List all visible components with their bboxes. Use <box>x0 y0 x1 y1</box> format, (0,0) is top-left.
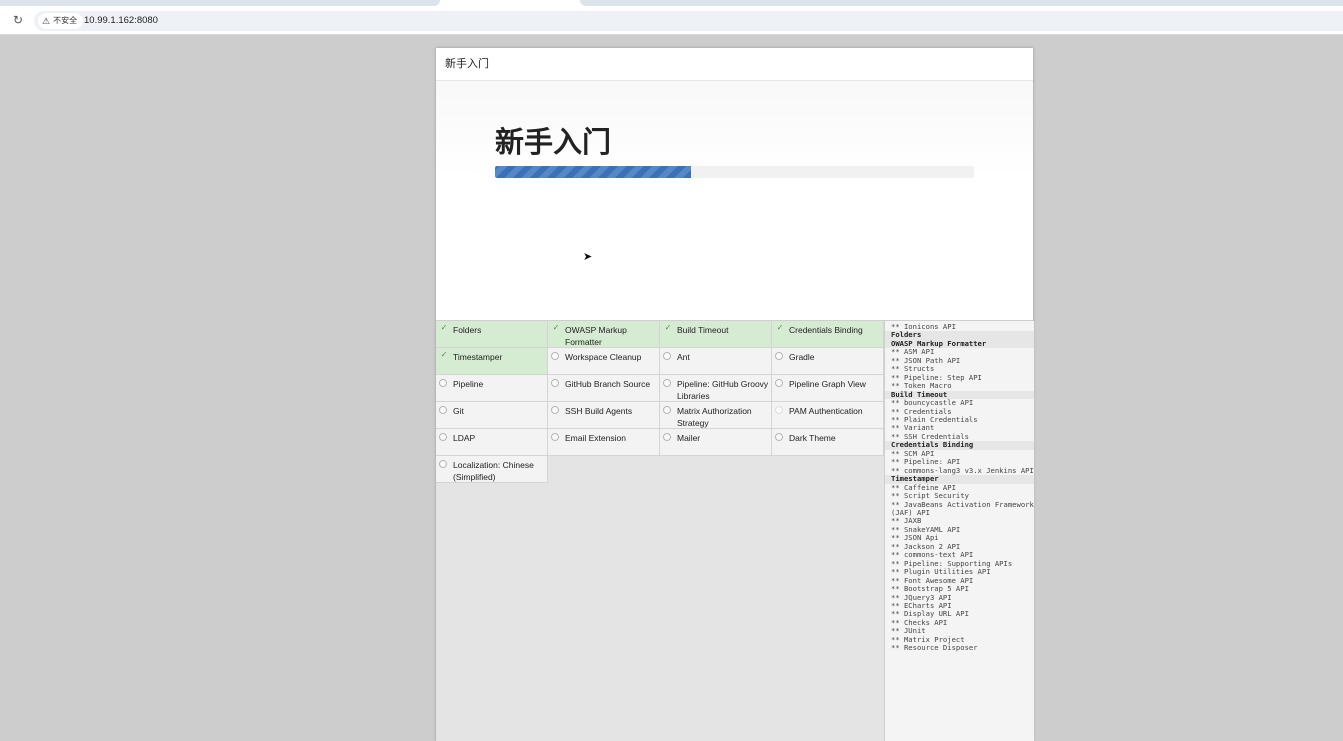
warning-icon: ⚠ <box>42 16 51 26</box>
plugin-item: GitHub Branch Source <box>548 375 660 402</box>
plugin-name: Email Extension <box>565 433 626 443</box>
plugin-name: Dark Theme <box>789 433 836 443</box>
plugin-name: Credentials Binding <box>789 325 863 335</box>
browser-tab[interactable] <box>0 0 440 6</box>
plugin-name: Build Timeout <box>677 325 729 335</box>
plugin-item: ✓ Build Timeout <box>660 321 772 348</box>
browser-tab[interactable] <box>580 0 1343 6</box>
address-bar[interactable]: ⚠ 不安全 10.99.1.162:8080 <box>34 11 1343 31</box>
dialog-title: 新手入门 <box>445 58 489 70</box>
plugin-item: ✓ Folders <box>436 321 548 348</box>
plugin-item: Ant <box>660 348 772 375</box>
pending-circle-icon <box>439 433 447 441</box>
plugin-name: Git <box>453 406 464 416</box>
plugin-item: Workspace Cleanup <box>548 348 660 375</box>
plugin-name: Pipeline <box>453 379 484 389</box>
check-icon: ✓ <box>440 323 448 332</box>
plugin-item: Email Extension <box>548 429 660 456</box>
plugin-item: SSH Build Agents <box>548 402 660 429</box>
pending-circle-icon <box>663 352 671 360</box>
plugin-item: Localization: Chinese (Simplified) <box>436 456 548 483</box>
install-log: ** Ionicons API Folders OWASP Markup Forma… <box>885 321 1034 653</box>
check-icon: ✓ <box>664 323 672 332</box>
plugin-item: Pipeline Graph View <box>772 375 884 402</box>
plugin-item: ✓ Timestamper <box>436 348 548 375</box>
plugin-name: Mailer <box>677 433 701 443</box>
reload-icon[interactable]: ↻ <box>13 13 25 27</box>
install-progress-bar <box>495 166 974 178</box>
plugin-name: Gradle <box>789 352 815 362</box>
tab-strip <box>0 0 1343 8</box>
pending-circle-icon <box>775 406 783 414</box>
check-icon: ✓ <box>776 323 784 332</box>
pending-circle-icon <box>775 352 783 360</box>
browser-toolbar: ↻ ⚠ 不安全 10.99.1.162:8080 <box>0 8 1343 35</box>
plugin-name: Workspace Cleanup <box>565 352 642 362</box>
plugin-name: Pipeline Graph View <box>789 379 866 389</box>
plugin-name: PAM Authentication <box>789 406 863 416</box>
plugin-item: Matrix Authorization Strategy <box>660 402 772 429</box>
plugin-item: Mailer <box>660 429 772 456</box>
pending-circle-icon <box>663 379 671 387</box>
pending-circle-icon <box>439 379 447 387</box>
pending-circle-icon <box>551 379 559 387</box>
mouse-cursor-icon: ➤ <box>583 251 593 263</box>
security-chip[interactable]: ⚠ 不安全 <box>38 13 84 29</box>
pending-circle-icon <box>551 433 559 441</box>
plugin-name: SSH Build Agents <box>565 406 633 416</box>
plugin-name: Matrix Authorization Strategy <box>677 406 752 428</box>
pending-circle-icon <box>439 460 447 468</box>
plugin-name: OWASP Markup Formatter <box>565 325 627 347</box>
plugin-item: Gradle <box>772 348 884 375</box>
plugin-item: ✓ Credentials Binding <box>772 321 884 348</box>
dialog-header: 新手入门 <box>436 48 1033 81</box>
plugin-item: PAM Authentication <box>772 402 884 429</box>
page-title: 新手入门 <box>495 125 612 159</box>
plugin-item: LDAP <box>436 429 548 456</box>
log-dependency-line: ** JavaBeans Activation Framework (JAF) … <box>891 499 1039 517</box>
plugin-name: Ant <box>677 352 690 362</box>
pending-circle-icon <box>775 433 783 441</box>
pending-circle-icon <box>551 352 559 360</box>
progress-bar-fill <box>495 166 692 178</box>
plugin-name: Pipeline: GitHub Groovy Libraries <box>677 379 769 401</box>
pending-circle-icon <box>663 433 671 441</box>
install-log-panel: ** Ionicons API Folders OWASP Markup Forma… <box>884 321 1034 741</box>
pending-circle-icon <box>775 379 783 387</box>
pending-circle-icon <box>439 406 447 414</box>
check-icon: ✓ <box>552 323 560 332</box>
plugin-name: Localization: Chinese (Simplified) <box>453 460 534 482</box>
install-progress-panel: 新手入门 ➤ <box>436 81 1033 321</box>
plugin-name: Timestamper <box>453 352 503 362</box>
setup-wizard-dialog: 新手入门 新手入门 ➤ ✓ Folders ✓ OWASP Markup Format… <box>436 48 1034 741</box>
plugin-item: Pipeline: GitHub Groovy Libraries <box>660 375 772 402</box>
security-label: 不安全 <box>53 16 78 25</box>
plugin-item: Dark Theme <box>772 429 884 456</box>
check-icon: ✓ <box>440 350 448 359</box>
url-text[interactable]: 10.99.1.162:8080 <box>84 11 158 31</box>
plugin-item: ✓ OWASP Markup Formatter <box>548 321 660 348</box>
plugin-name: GitHub Branch Source <box>565 379 651 389</box>
plugin-item: Pipeline <box>436 375 548 402</box>
plugin-name: Folders <box>453 325 482 335</box>
pending-circle-icon <box>663 406 671 414</box>
log-dependency-line: ** Resource Disposer <box>891 643 978 653</box>
plugin-item: Git <box>436 402 548 429</box>
pending-circle-icon <box>551 406 559 414</box>
plugin-name: LDAP <box>453 433 476 443</box>
